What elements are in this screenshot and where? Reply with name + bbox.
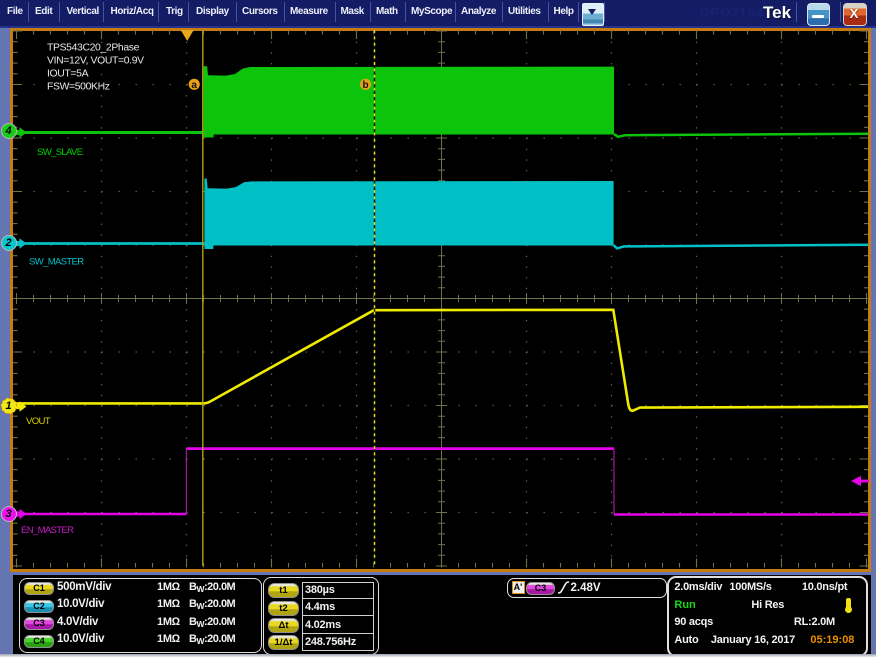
svg-text:b: b	[363, 80, 369, 91]
svg-text:a: a	[191, 80, 197, 91]
svg-text:IOUT=5A: IOUT=5A	[47, 68, 89, 79]
svg-text:VIN=12V, VOUT=0.9V: VIN=12V, VOUT=0.9V	[47, 56, 144, 67]
svg-text:VOUT: VOUT	[26, 416, 51, 427]
svg-text:SW_SLAVE: SW_SLAVE	[37, 147, 83, 158]
svg-text:FSW=500KHz: FSW=500KHz	[47, 81, 110, 92]
svg-text:TPS543C20_2Phase: TPS543C20_2Phase	[47, 43, 140, 54]
svg-text:SW_MASTER: SW_MASTER	[29, 257, 84, 268]
svg-text:EN_MASTER: EN_MASTER	[21, 525, 74, 536]
